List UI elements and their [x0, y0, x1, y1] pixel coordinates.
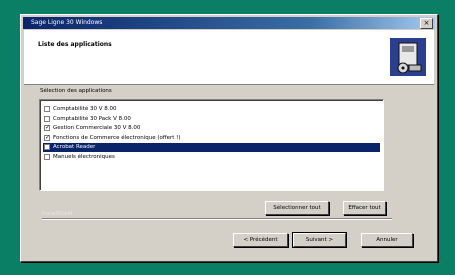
application-label: Acrobat Reader [53, 144, 96, 150]
list-item[interactable]: Fonctions de Commerce électronique (offe… [43, 133, 380, 143]
list-item[interactable]: Manuels électroniques [43, 153, 380, 162]
list-item[interactable]: Comptabilité 30 V 8.00 [43, 105, 380, 114]
application-checkbox[interactable] [44, 144, 50, 150]
installshield-label: InstallShield [42, 211, 73, 217]
wizard-header: Liste des applications [24, 30, 434, 85]
application-checkbox[interactable] [44, 123, 50, 132]
applications-group-label: Sélection des applications [40, 88, 112, 94]
application-label: Manuels électroniques [53, 153, 115, 160]
footer-separator [42, 218, 392, 220]
application-label: Gestion Commerciale 30 V 8.00 [53, 125, 141, 131]
applications-list[interactable]: Comptabilité 30 V 8.00 Comptabilité 30 Pa… [39, 99, 384, 191]
next-button[interactable]: Suivant > [292, 232, 347, 248]
window-title: Sage Ligne 30 Windows [31, 19, 103, 26]
page-title: Liste des applications [38, 41, 112, 48]
select-all-button[interactable]: Sélectionner tout [265, 201, 329, 215]
application-checkbox[interactable] [44, 106, 50, 112]
application-checkbox[interactable] [44, 153, 50, 160]
application-label: Comptabilité 30 V 8.00 [53, 106, 117, 112]
previous-button[interactable]: < Précédent [233, 233, 288, 247]
title-bar[interactable]: Sage Ligne 30 Windows × [23, 17, 435, 29]
clear-all-button[interactable]: Effacer tout [343, 201, 386, 215]
application-label: Fonctions de Commerce électronique (offe… [53, 134, 181, 141]
application-label: Comptabilité 30 Pack V 8.00 [53, 115, 131, 122]
list-item[interactable]: Acrobat Reader [43, 143, 380, 152]
list-item[interactable]: Comptabilité 30 Pack V 8.00 [43, 115, 380, 124]
cancel-button[interactable]: Annuler [361, 233, 413, 247]
application-checkbox[interactable] [44, 133, 50, 142]
wizard-install-icon [390, 38, 426, 76]
list-item[interactable]: Gestion Commerciale 30 V 8.00 [43, 123, 380, 133]
close-button[interactable]: × [420, 18, 433, 29]
application-checkbox[interactable] [44, 115, 50, 122]
